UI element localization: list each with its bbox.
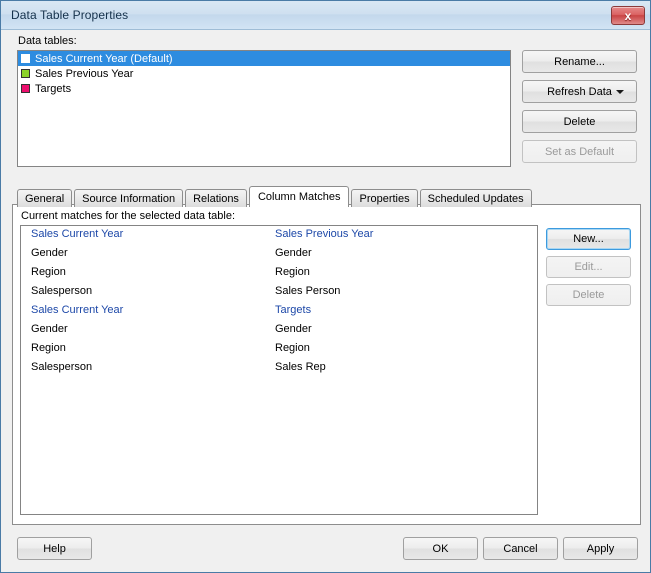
help-button[interactable]: Help <box>17 537 92 560</box>
match-source: Gender <box>31 323 68 335</box>
list-item-label: Sales Current Year (Default) <box>35 52 173 65</box>
tab-strip: General Source Information Relations Col… <box>17 186 534 207</box>
delete-match-button: Delete <box>546 284 631 306</box>
color-swatch <box>21 69 30 78</box>
tab-column-matches[interactable]: Column Matches <box>248 186 350 207</box>
tab-relations[interactable]: Relations <box>185 189 247 207</box>
tab-source-information[interactable]: Source Information <box>74 189 184 207</box>
match-target: Gender <box>275 323 312 335</box>
ok-button[interactable]: OK <box>403 537 478 560</box>
window-title: Data Table Properties <box>11 8 129 22</box>
color-swatch <box>21 54 30 63</box>
table-row[interactable]: Gender Gender <box>21 245 537 264</box>
match-source: Region <box>31 342 66 354</box>
refresh-data-button[interactable]: Refresh Data <box>522 80 637 103</box>
match-target: Targets <box>275 304 312 316</box>
list-item[interactable]: Sales Previous Year <box>18 66 510 81</box>
table-row[interactable]: Sales Current Year Targets <box>21 302 537 321</box>
match-source: Gender <box>31 247 68 259</box>
current-matches-label: Current matches for the selected data ta… <box>21 210 236 222</box>
tab-general[interactable]: General <box>17 189 73 207</box>
tab-scheduled-updates[interactable]: Scheduled Updates <box>419 189 532 207</box>
color-swatch <box>21 84 30 93</box>
chevron-down-icon <box>616 89 624 94</box>
table-row[interactable]: Region Region <box>21 340 537 359</box>
match-source: Salesperson <box>31 285 93 297</box>
apply-button[interactable]: Apply <box>563 537 638 560</box>
data-table-properties-dialog: Data Table Properties x Data tables: Sal… <box>0 0 651 573</box>
match-target: Sales Previous Year <box>275 228 374 240</box>
table-row[interactable]: Sales Current Year Sales Previous Year <box>21 226 537 245</box>
match-target: Sales Rep <box>275 361 326 373</box>
rename-button[interactable]: Rename... <box>522 50 637 73</box>
match-target: Region <box>275 342 310 354</box>
table-row[interactable]: Gender Gender <box>21 321 537 340</box>
table-row[interactable]: Salesperson Sales Person <box>21 283 537 302</box>
match-target: Gender <box>275 247 312 259</box>
tab-properties[interactable]: Properties <box>351 189 418 207</box>
match-source: Salesperson <box>31 361 93 373</box>
list-item-label: Sales Previous Year <box>35 67 134 80</box>
new-match-button[interactable]: New... <box>546 228 631 250</box>
match-source: Region <box>31 266 66 278</box>
refresh-data-label: Refresh Data <box>547 85 612 98</box>
match-source: Sales Current Year <box>31 304 124 316</box>
edit-match-button: Edit... <box>546 256 631 278</box>
match-target: Sales Person <box>275 285 341 297</box>
set-as-default-button: Set as Default <box>522 140 637 163</box>
data-tables-listbox[interactable]: Sales Current Year (Default) Sales Previ… <box>17 50 511 167</box>
table-row[interactable]: Salesperson Sales Rep <box>21 359 537 378</box>
match-source: Sales Current Year <box>31 228 124 240</box>
match-target: Region <box>275 266 310 278</box>
column-matches-listbox[interactable]: Sales Current Year Sales Previous Year G… <box>20 225 538 515</box>
close-glyph: x <box>624 8 632 23</box>
cancel-button[interactable]: Cancel <box>483 537 558 560</box>
data-tables-label: Data tables: <box>18 35 77 47</box>
title-bar: Data Table Properties x <box>1 1 650 30</box>
list-item[interactable]: Sales Current Year (Default) <box>18 51 510 66</box>
delete-table-button[interactable]: Delete <box>522 110 637 133</box>
list-item[interactable]: Targets <box>18 81 510 96</box>
list-item-label: Targets <box>35 82 72 95</box>
close-icon[interactable]: x <box>611 6 645 25</box>
table-row[interactable]: Region Region <box>21 264 537 283</box>
